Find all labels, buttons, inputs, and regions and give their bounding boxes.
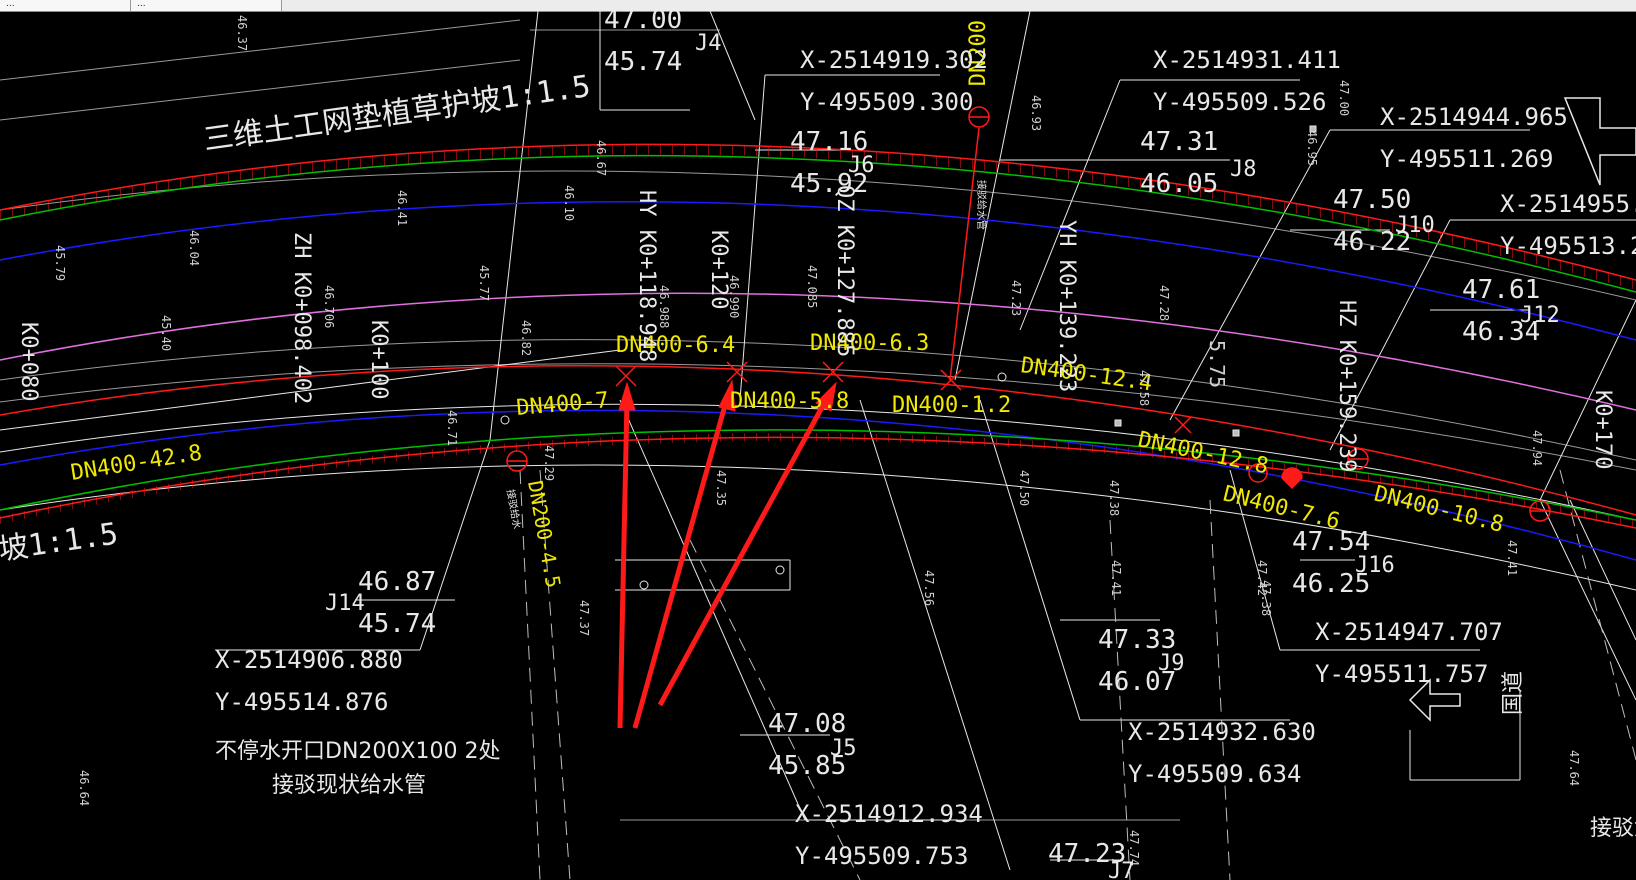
elevation-label: 47.41 (1109, 560, 1123, 596)
elevation-label: 47.35 (714, 470, 728, 506)
tab-label: ... (6, 0, 15, 9)
tab-drawing-1[interactable]: ... (0, 0, 131, 11)
chainage-label: QZ K0+127.885 (832, 185, 857, 357)
coord-y: Y-495509.526 (1153, 88, 1326, 116)
elevation-label: 46.64 (77, 770, 91, 806)
elevation-label: 46.82 (519, 320, 533, 356)
junction-id: J10 (1395, 213, 1435, 238)
pipe-label: DN400-6.4 (616, 333, 735, 358)
junction-id: J7 (1108, 859, 1135, 880)
cad-drawing-canvas[interactable]: 三维土工网垫植草护坡1:1.5 坡1:1.5 DN400-42.8 DN400-… (0, 11, 1636, 880)
valve-marker (1281, 467, 1303, 490)
elevation-label: 45.40 (159, 315, 173, 351)
elevation-label: 46.37 (235, 15, 249, 51)
elevation-label: 46.706 (322, 285, 336, 328)
coord-x: X-2514955.1 (1500, 190, 1636, 218)
elevation-label: 46.93 (1029, 95, 1043, 131)
coord-y: Y-495509.634 (1128, 760, 1301, 788)
chainage-label: K0+100 (366, 320, 391, 399)
dimension-label: 5.75 (1205, 340, 1229, 388)
elevation-label: 47.41 (1505, 540, 1519, 576)
elevation-label: 46.95 (1305, 130, 1319, 166)
pipe-label: DN400-6.3 (810, 331, 929, 356)
connection-note: 不停水开口DN200X100 2处 (215, 739, 500, 764)
elevation-label: 47.00 (1337, 80, 1351, 116)
junction-bottom-elev: 46.05 (1140, 169, 1218, 199)
coord-x: X-2514912.934 (795, 800, 983, 828)
elevation-label: 47.64 (1567, 750, 1581, 786)
connection-note: 接驳现状给水管 (272, 773, 426, 798)
elevation-label: 45.79 (53, 245, 67, 281)
junction-top-elev: 47.61 (1462, 275, 1540, 305)
elevation-label: 47.37 (577, 600, 591, 636)
chainage-label: HZ K0+159.239 (1334, 300, 1359, 472)
junction-top-elev: 47.31 (1140, 127, 1218, 157)
pipe-label: DN400-1.2 (892, 393, 1011, 418)
tab-label: ... (137, 0, 146, 9)
chainage-label: ZH K0+098.402 (289, 232, 314, 404)
elevation-label: 46.990 (727, 275, 741, 318)
elevation-label: 47.94 (1530, 430, 1544, 466)
coord-x: X-2514919.302 (800, 46, 988, 74)
chainage-label: YH K0+139.223 (1054, 220, 1079, 392)
pipe-label: DN400-5.8 (730, 389, 849, 414)
junction-id: J9 (1158, 651, 1185, 676)
elevation-label: 47.58 (1137, 370, 1151, 406)
junction-top-elev: 47.00 (604, 11, 682, 35)
chainage-label: K0+170 (1590, 390, 1615, 469)
coord-x: X-2514932.630 (1128, 718, 1316, 746)
small-note: 接驳给水管 (975, 180, 988, 230)
junction-id: J14 (325, 591, 365, 616)
junction-top-elev: 46.87 (358, 567, 436, 597)
junction-bottom-elev: 45.74 (604, 47, 682, 77)
elevation-label: 47.38 (1259, 580, 1273, 616)
elevation-label: 47.23 (1009, 280, 1023, 316)
junction-id: J8 (1230, 157, 1257, 182)
junction-top-elev: 47.08 (768, 709, 846, 739)
elevation-label: 46.41 (395, 190, 409, 226)
junction-top-elev: 47.50 (1333, 185, 1411, 215)
coord-y: Y-495511.269 (1380, 145, 1553, 173)
coord-x: X-2514931.411 (1153, 46, 1341, 74)
elevation-label: 46.67 (594, 140, 608, 176)
junction-bottom-elev: 45.74 (358, 609, 436, 639)
elevation-label: 46.71 (445, 410, 459, 446)
pipe-label: DN400-12.8 (1136, 427, 1271, 479)
coord-y: Y-495509.300 (800, 88, 973, 116)
elevation-label: 47.085 (805, 265, 819, 308)
coord-y: Y-495509.753 (795, 842, 968, 870)
junction-id: J16 (1355, 553, 1395, 578)
slope-label: 坡1:1.5 (0, 517, 120, 568)
pipe-label: DN400-42.8 (69, 441, 204, 486)
coord-x: X-2514947.707 (1315, 618, 1503, 646)
coord-x: X-2514944.965 (1380, 103, 1568, 131)
junction-id: J5 (830, 736, 857, 761)
elevation-label: 47.28 (1157, 285, 1171, 321)
pipe-label: DN400-7 (515, 388, 610, 421)
elevation-label: 47.29 (542, 445, 556, 481)
elevation-label: 45.77 (477, 265, 491, 301)
elevation-label: 46.10 (562, 185, 576, 221)
coord-y: Y-495513.20 (1500, 232, 1636, 260)
connection-note: 接驳六 (1590, 816, 1636, 841)
pipe-label: DN400-12.4 (1019, 353, 1154, 396)
coord-y: Y-495511.757 (1315, 660, 1488, 688)
pipe-label: DN200-4.5 (523, 479, 565, 590)
elevation-label: 46.04 (187, 230, 201, 266)
elevation-label: 46.988 (657, 285, 671, 328)
junction-id: J4 (695, 31, 722, 56)
tab-drawing-2[interactable]: ... (131, 0, 282, 11)
map-text: 国道 (1501, 671, 1526, 715)
elevation-label: 47.38 (1107, 480, 1121, 516)
chainage-label: HY K0+118.948 (634, 190, 659, 362)
junction-id: J12 (1520, 303, 1560, 328)
elevation-label: 47.50 (1017, 470, 1031, 506)
slope-label: 三维土工网垫植草护坡1:1.5 (201, 69, 592, 158)
chainage-label: K0+080 (16, 322, 41, 401)
elevation-label: 47.56 (922, 570, 936, 606)
coord-y: Y-495514.876 (215, 688, 388, 716)
text-layer: 三维土工网垫植草护坡1:1.5 坡1:1.5 DN400-42.8 DN400-… (0, 11, 1636, 880)
junction-id: J6 (848, 153, 875, 178)
coord-x: X-2514906.880 (215, 646, 403, 674)
